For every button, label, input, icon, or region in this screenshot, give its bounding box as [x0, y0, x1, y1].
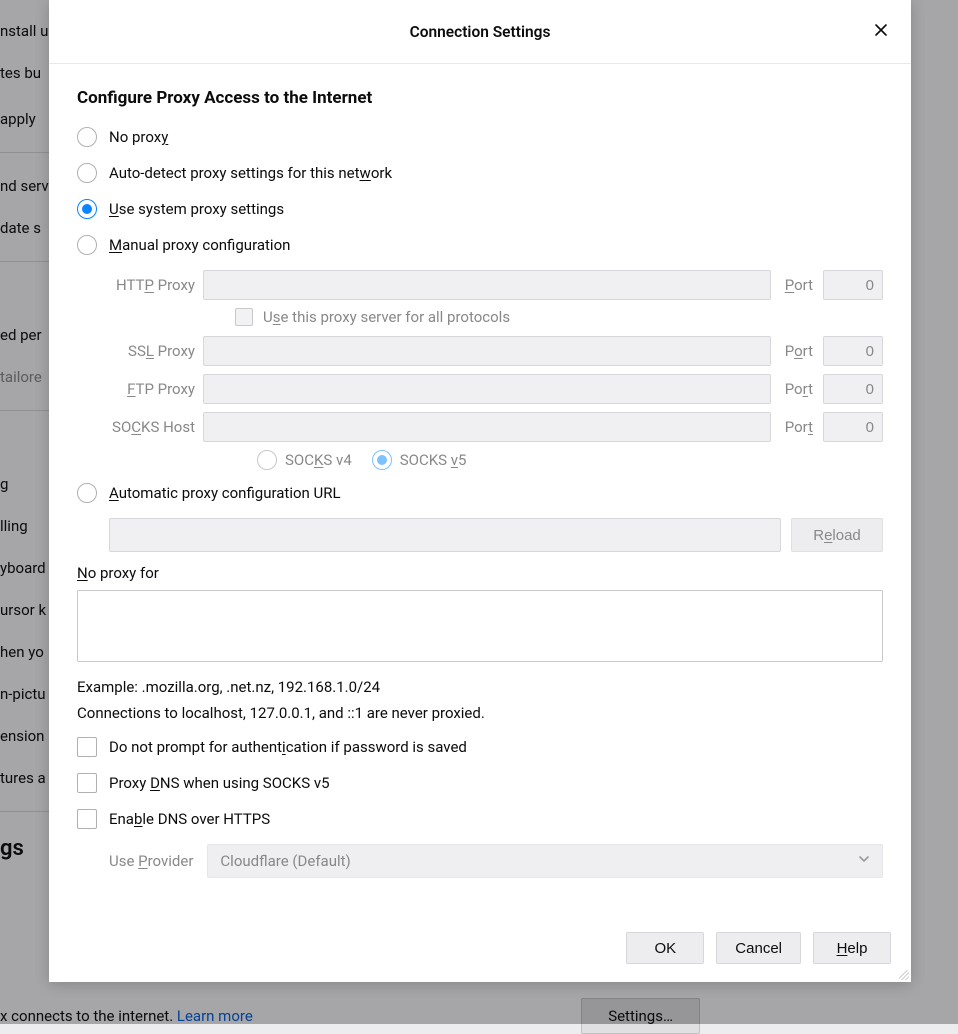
checkbox-icon — [77, 809, 97, 829]
auto-url-input[interactable] — [109, 518, 781, 552]
http-port-label: Port — [779, 276, 815, 294]
http-proxy-label: HTTP Proxy — [109, 276, 195, 294]
localhost-note: Connections to localhost, 127.0.0.1, and… — [77, 704, 883, 722]
http-port-input[interactable] — [823, 270, 883, 300]
use-for-all-protocols-row: Use this proxy server for all protocols — [235, 308, 883, 326]
socks-host-label: SOCKS Host — [109, 418, 195, 436]
radio-icon — [77, 163, 97, 183]
checkbox-icon — [77, 773, 97, 793]
ftp-port-input[interactable] — [823, 374, 883, 404]
provider-row: Use Provider Cloudflare (Default) — [109, 844, 883, 878]
radio-label: Auto-detect proxy settings for this netw… — [109, 164, 392, 182]
ftp-proxy-input[interactable] — [203, 374, 771, 404]
radio-use-system[interactable]: Use system proxy settings — [77, 198, 883, 220]
socks-host-input[interactable] — [203, 412, 771, 442]
section-heading: Configure Proxy Access to the Internet — [77, 88, 883, 108]
ok-button[interactable]: OK — [626, 932, 704, 964]
socks-port-input[interactable] — [823, 412, 883, 442]
dialog-footer: OK Cancel Help — [49, 920, 911, 982]
resize-grip-icon[interactable] — [895, 966, 909, 980]
check-enable-doh[interactable]: Enable DNS over HTTPS — [77, 808, 883, 830]
radio-no-proxy[interactable]: No proxy — [77, 126, 883, 148]
radio-icon — [77, 127, 97, 147]
radio-auto-url[interactable]: Automatic proxy configuration URL — [77, 482, 883, 504]
radio-label: Automatic proxy configuration URL — [109, 484, 341, 502]
socks-v4-label: SOCKS v4 — [285, 451, 352, 469]
radio-label: Use system proxy settings — [109, 200, 284, 218]
reload-button[interactable]: Reload — [791, 518, 883, 552]
provider-value: Cloudflare (Default) — [220, 852, 350, 870]
cancel-button[interactable]: Cancel — [716, 932, 801, 964]
ssl-port-label: Port — [779, 342, 815, 360]
socks-port-label: Port — [779, 418, 815, 436]
ssl-proxy-input[interactable] — [203, 336, 771, 366]
radio-auto-detect[interactable]: Auto-detect proxy settings for this netw… — [77, 162, 883, 184]
ssl-proxy-label: SSL Proxy — [109, 342, 195, 360]
http-proxy-row: HTTP Proxy Port — [109, 270, 883, 300]
provider-select[interactable]: Cloudflare (Default) — [207, 844, 883, 878]
use-for-all-label: Use this proxy server for all protocols — [263, 308, 510, 326]
no-proxy-example: Example: .mozilla.org, .net.nz, 192.168.… — [77, 678, 883, 696]
check-label: Enable DNS over HTTPS — [109, 810, 270, 828]
check-no-prompt[interactable]: Do not prompt for authentication if pass… — [77, 736, 883, 758]
connection-settings-dialog: Connection Settings Configure Proxy Acce… — [49, 0, 911, 982]
close-icon[interactable] — [865, 14, 897, 46]
provider-label: Use Provider — [109, 852, 193, 870]
manual-proxy-fields: HTTP Proxy Port Use this proxy server fo… — [109, 270, 883, 470]
check-label: Proxy DNS when using SOCKS v5 — [109, 774, 330, 792]
radio-icon — [77, 483, 97, 503]
ftp-proxy-row: FTP Proxy Port — [109, 374, 883, 404]
radio-socks-v5[interactable] — [372, 450, 392, 470]
radio-icon — [77, 235, 97, 255]
dialog-title: Connection Settings — [410, 23, 551, 41]
checkbox-icon — [77, 737, 97, 757]
ftp-proxy-label: FTP Proxy — [109, 380, 195, 398]
dialog-body: Configure Proxy Access to the Internet N… — [49, 64, 911, 920]
dialog-header: Connection Settings — [49, 0, 911, 64]
check-label: Do not prompt for authentication if pass… — [109, 738, 467, 756]
radio-label: Manual proxy configuration — [109, 236, 290, 254]
no-proxy-for-label: No proxy for — [77, 564, 883, 582]
auto-url-row: Reload — [109, 518, 883, 552]
radio-label: No proxy — [109, 128, 168, 146]
ssl-port-input[interactable] — [823, 336, 883, 366]
use-for-all-checkbox[interactable] — [235, 308, 253, 326]
radio-manual[interactable]: Manual proxy configuration — [77, 234, 883, 256]
socks-version-row: SOCKS v4 SOCKS v5 — [257, 450, 883, 470]
socks-host-row: SOCKS Host Port — [109, 412, 883, 442]
ssl-proxy-row: SSL Proxy Port — [109, 336, 883, 366]
ftp-port-label: Port — [779, 380, 815, 398]
help-button[interactable]: Help — [813, 932, 891, 964]
check-proxy-dns[interactable]: Proxy DNS when using SOCKS v5 — [77, 772, 883, 794]
chevron-down-icon — [858, 853, 870, 869]
socks-v5-label: SOCKS v5 — [400, 451, 467, 469]
radio-icon — [77, 199, 97, 219]
radio-socks-v4[interactable] — [257, 450, 277, 470]
no-proxy-for-textarea[interactable] — [77, 590, 883, 662]
http-proxy-input[interactable] — [203, 270, 771, 300]
